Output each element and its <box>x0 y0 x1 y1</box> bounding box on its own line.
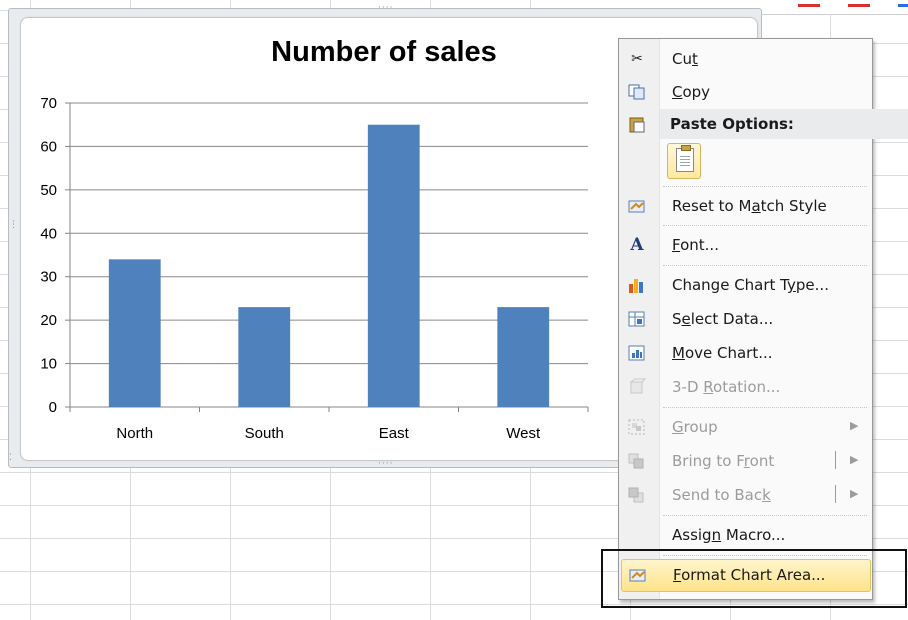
menu-item-move-chart[interactable]: Move Chart... <box>621 338 869 368</box>
chart-type-icon <box>627 276 647 294</box>
menu-separator <box>663 515 867 516</box>
y-tick-label[interactable]: 10 <box>40 356 57 373</box>
paste-options-header: Paste Options: <box>660 109 908 139</box>
group-icon <box>627 418 647 436</box>
copy-icon <box>627 83 647 101</box>
move-chart-icon <box>627 344 647 362</box>
menu-item-change-chart-type[interactable]: Change Chart Type... <box>621 270 869 300</box>
x-tick-label[interactable]: East <box>379 425 410 442</box>
font-icon: A <box>630 235 644 255</box>
bar-north[interactable] <box>108 259 161 407</box>
send-to-back-icon <box>627 486 647 504</box>
menu-item-bring-to-front[interactable]: Bring to Front ▶ <box>621 446 869 476</box>
menu-separator <box>663 186 867 187</box>
menu-item-copy[interactable]: Copy <box>621 77 869 107</box>
y-tick-label[interactable]: 30 <box>40 269 57 286</box>
paste-keep-formatting-button[interactable] <box>667 143 701 179</box>
y-tick-label[interactable]: 20 <box>40 312 57 329</box>
menu-item-group[interactable]: Group ▶ <box>621 412 869 442</box>
rotation-3d-icon <box>627 378 647 396</box>
split-divider <box>835 451 836 469</box>
menu-separator <box>663 225 867 226</box>
menu-separator <box>663 265 867 266</box>
x-tick-label[interactable]: South <box>245 425 284 442</box>
menu-item-send-to-back[interactable]: Send to Back ▶ <box>621 480 869 510</box>
bar-west[interactable] <box>497 307 550 407</box>
submenu-arrow-icon: ▶ <box>850 419 859 432</box>
scissors-icon: ✂ <box>631 51 643 67</box>
menu-item-font[interactable]: A Font... <box>621 230 869 260</box>
submenu-arrow-icon[interactable]: ▶ <box>850 487 858 500</box>
y-tick-label[interactable]: 0 <box>49 399 57 416</box>
y-tick-label[interactable]: 50 <box>40 182 57 199</box>
split-divider <box>835 485 836 503</box>
paste-options-icon-cell <box>621 109 661 139</box>
select-data-icon <box>627 310 647 328</box>
menu-item-assign-macro[interactable]: Assign Macro... <box>621 520 869 550</box>
x-tick-label[interactable]: North <box>116 425 153 442</box>
y-tick-label[interactable]: 70 <box>40 95 57 112</box>
paste-icon <box>627 115 647 133</box>
bar-east[interactable] <box>367 124 420 407</box>
bar-south[interactable] <box>238 307 291 407</box>
y-tick-label[interactable]: 40 <box>40 225 57 242</box>
submenu-arrow-icon[interactable]: ▶ <box>850 453 858 466</box>
reset-style-icon <box>627 197 647 215</box>
context-menu[interactable]: ✂ Cut Copy Paste Options: Reset to Match… <box>618 38 908 600</box>
menu-item-cut[interactable]: ✂ Cut <box>621 44 869 74</box>
menu-item-3d-rotation[interactable]: 3-D Rotation... <box>621 372 869 402</box>
menu-item-reset-to-match-style[interactable]: Reset to Match Style <box>621 191 869 221</box>
menu-separator <box>663 407 867 408</box>
y-tick-label[interactable]: 60 <box>40 138 57 155</box>
annotation-highlight-box <box>601 549 907 608</box>
clipboard-icon <box>676 145 694 172</box>
menu-item-select-data[interactable]: Select Data... <box>621 304 869 334</box>
bring-to-front-icon <box>627 452 647 470</box>
x-tick-label[interactable]: West <box>506 425 541 442</box>
